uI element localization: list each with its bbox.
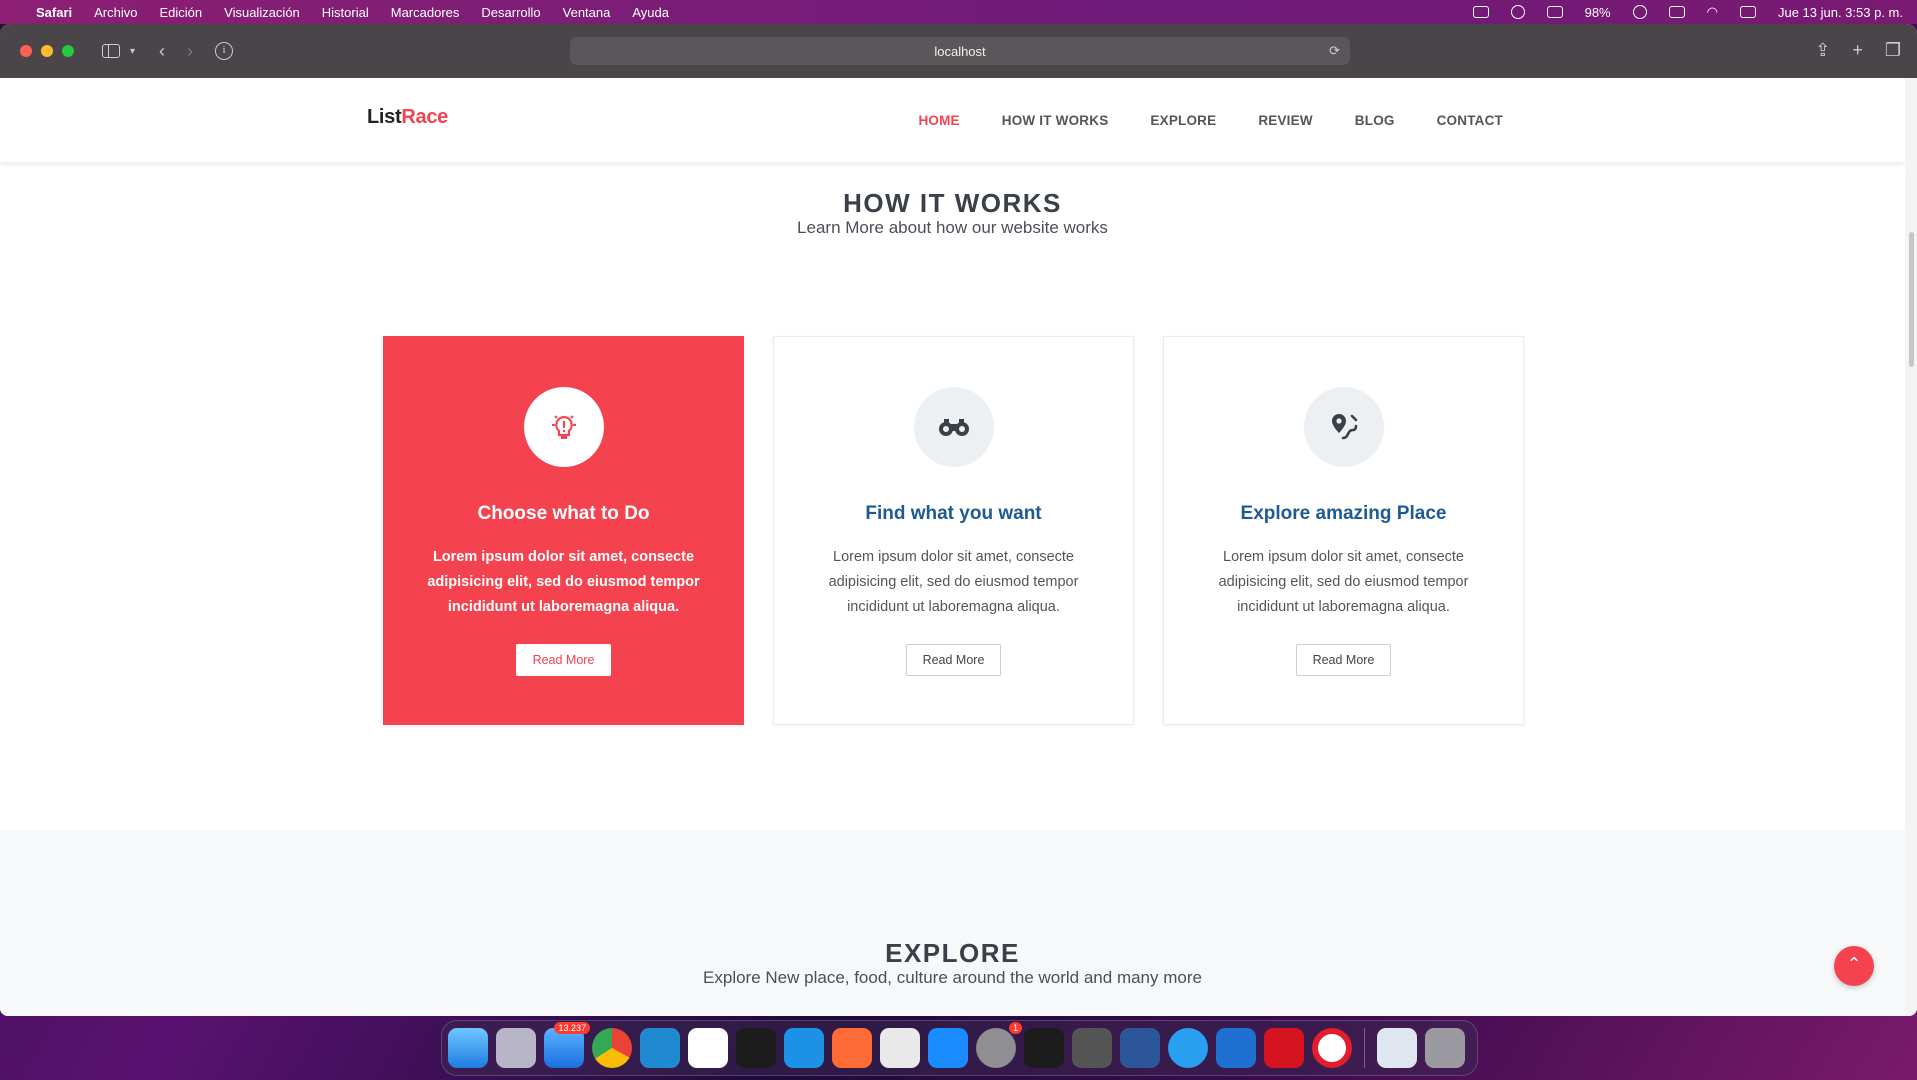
close-window-button[interactable] bbox=[20, 45, 32, 57]
card-title: Choose what to Do bbox=[477, 503, 650, 524]
nav-explore[interactable]: EXPLORE bbox=[1150, 113, 1216, 128]
status-app-icon[interactable] bbox=[1472, 6, 1489, 18]
card-text: Lorem ipsum dolor sit amet, consecte adi… bbox=[1218, 549, 1469, 615]
menu-archivo[interactable]: Archivo bbox=[94, 5, 137, 20]
word-icon[interactable] bbox=[1120, 1028, 1160, 1068]
system-settings-icon[interactable]: 1 bbox=[976, 1022, 1022, 1068]
read-more-button[interactable]: Read More bbox=[515, 644, 612, 676]
nav-blog[interactable]: BLOG bbox=[1355, 113, 1395, 128]
acrobat-icon[interactable] bbox=[1264, 1028, 1304, 1068]
minimize-window-button[interactable] bbox=[41, 45, 53, 57]
menubar-datetime[interactable]: Jue 13 jun. 3:53 p. m. bbox=[1778, 5, 1903, 20]
menu-marcadores[interactable]: Marcadores bbox=[391, 5, 460, 20]
how-it-works-title: HOW IT WORKS bbox=[843, 188, 1062, 218]
read-more-button[interactable]: Read More bbox=[905, 644, 1002, 676]
menu-desarrollo[interactable]: Desarrollo bbox=[481, 5, 540, 20]
settings-badge: 1 bbox=[1008, 1022, 1022, 1034]
macos-menubar: Safari Archivo Edición Visualización His… bbox=[0, 0, 1917, 24]
explore-subtitle: Explore New place, food, culture around … bbox=[703, 968, 1202, 987]
window-controls bbox=[20, 45, 74, 57]
menu-edicion[interactable]: Edición bbox=[160, 5, 203, 20]
remote-desktop-icon[interactable] bbox=[1216, 1028, 1256, 1068]
explore-section bbox=[0, 830, 1905, 1016]
new-tab-icon[interactable]: + bbox=[1852, 40, 1863, 61]
zoom-window-button[interactable] bbox=[62, 45, 74, 57]
chrome-icon[interactable] bbox=[592, 1028, 632, 1068]
scroll-to-top-button[interactable]: ⌃ bbox=[1834, 946, 1874, 986]
card-choose: Choose what to Do Lorem ipsum dolor sit … bbox=[383, 336, 744, 725]
tab-overview-icon[interactable]: ❐ bbox=[1885, 40, 1901, 61]
explore-title: EXPLORE bbox=[885, 938, 1020, 968]
main-nav: HOME HOW IT WORKS EXPLORE REVIEW BLOG CO… bbox=[918, 113, 1503, 128]
map-route-icon bbox=[1303, 387, 1384, 467]
vscode-icon[interactable] bbox=[640, 1028, 680, 1068]
mail-badge: 13.237 bbox=[554, 1022, 590, 1034]
textedit-icon[interactable] bbox=[880, 1028, 920, 1068]
nav-contact[interactable]: CONTACT bbox=[1437, 113, 1503, 128]
how-it-works-subtitle: Learn More about how our website works bbox=[797, 218, 1108, 237]
card-title: Find what you want bbox=[865, 503, 1042, 524]
slack-icon[interactable] bbox=[688, 1028, 728, 1068]
postman-icon[interactable] bbox=[832, 1028, 872, 1068]
play-icon[interactable] bbox=[1632, 5, 1647, 19]
chevron-down-icon[interactable]: ▾ bbox=[130, 46, 135, 57]
reload-icon[interactable]: ⟳ bbox=[1329, 43, 1340, 59]
scrollbar-thumb[interactable] bbox=[1909, 232, 1914, 367]
menu-historial[interactable]: Historial bbox=[322, 5, 369, 20]
card-find: Find what you want Lorem ipsum dolor sit… bbox=[773, 336, 1134, 725]
macos-dock: 13.237 1 bbox=[441, 1020, 1478, 1076]
battery-icon[interactable] bbox=[1668, 6, 1685, 18]
dock-separator bbox=[1364, 1028, 1365, 1068]
menu-visualizacion[interactable]: Visualización bbox=[224, 5, 300, 20]
card-title: Explore amazing Place bbox=[1240, 503, 1447, 524]
trash-icon[interactable] bbox=[1425, 1028, 1465, 1068]
control-center-icon[interactable] bbox=[1739, 6, 1756, 18]
web-page: ListRace HOME HOW IT WORKS EXPLORE REVIE… bbox=[0, 78, 1905, 1016]
address-bar[interactable]: localhost ⟳ bbox=[570, 37, 1350, 65]
url-text: localhost bbox=[934, 43, 986, 59]
mail-icon[interactable]: 13.237 bbox=[544, 1022, 590, 1068]
menu-ventana[interactable]: Ventana bbox=[563, 5, 611, 20]
toolbar-right-actions: ⇪ + ❐ bbox=[1815, 40, 1901, 61]
lightbulb-icon bbox=[523, 387, 604, 467]
app-store-icon[interactable] bbox=[928, 1028, 968, 1068]
sidebar-toggle-icon[interactable] bbox=[102, 44, 120, 58]
opera-icon[interactable] bbox=[1312, 1028, 1352, 1068]
keyboard-icon[interactable] bbox=[1546, 6, 1563, 18]
terminal-icon[interactable] bbox=[736, 1028, 776, 1068]
site-logo[interactable]: ListRace bbox=[367, 106, 448, 129]
site-header: ListRace HOME HOW IT WORKS EXPLORE REVIE… bbox=[0, 78, 1905, 162]
read-more-button[interactable]: Read More bbox=[1295, 644, 1392, 676]
activity-monitor-icon[interactable] bbox=[1024, 1028, 1064, 1068]
document-icon[interactable] bbox=[1377, 1028, 1417, 1068]
safari-window: ▾ ‹ › i localhost ⟳ ⇪ + ❐ ListRace HOME … bbox=[0, 24, 1917, 1016]
finder-icon[interactable] bbox=[448, 1028, 488, 1068]
page-scrollbar[interactable] bbox=[1905, 78, 1917, 1016]
docker-icon[interactable] bbox=[784, 1028, 824, 1068]
share-icon[interactable]: ⇪ bbox=[1815, 40, 1830, 61]
forward-icon[interactable]: › bbox=[187, 41, 193, 62]
nav-home[interactable]: HOME bbox=[918, 113, 959, 128]
binoculars-icon bbox=[913, 387, 994, 467]
logo-text-race: Race bbox=[401, 106, 448, 128]
nav-review[interactable]: REVIEW bbox=[1258, 113, 1312, 128]
card-explore: Explore amazing Place Lorem ipsum dolor … bbox=[1163, 336, 1524, 725]
menubar-status-area: 98% ◠ Jue 13 jun. 3:53 p. m. bbox=[1472, 4, 1903, 20]
card-text: Lorem ipsum dolor sit amet, consecte adi… bbox=[427, 549, 700, 615]
back-icon[interactable]: ‹ bbox=[159, 41, 165, 62]
wifi-icon[interactable]: ◠ bbox=[1707, 4, 1718, 20]
card-text: Lorem ipsum dolor sit amet, consecte adi… bbox=[828, 549, 1079, 615]
logo-text-list: List bbox=[367, 106, 402, 128]
calculator-icon[interactable] bbox=[1072, 1028, 1112, 1068]
info-icon[interactable]: i bbox=[215, 42, 234, 60]
nav-how-it-works[interactable]: HOW IT WORKS bbox=[1002, 113, 1109, 128]
launchpad-icon[interactable] bbox=[496, 1028, 536, 1068]
grammarly-icon[interactable] bbox=[1510, 5, 1525, 19]
menu-app-name[interactable]: Safari bbox=[36, 5, 72, 20]
menu-ayuda[interactable]: Ayuda bbox=[632, 5, 669, 20]
safari-toolbar: ▾ ‹ › i localhost ⟳ ⇪ + ❐ bbox=[0, 24, 1917, 78]
safari-icon[interactable] bbox=[1168, 1028, 1208, 1068]
battery-percent: 98% bbox=[1584, 4, 1611, 20]
